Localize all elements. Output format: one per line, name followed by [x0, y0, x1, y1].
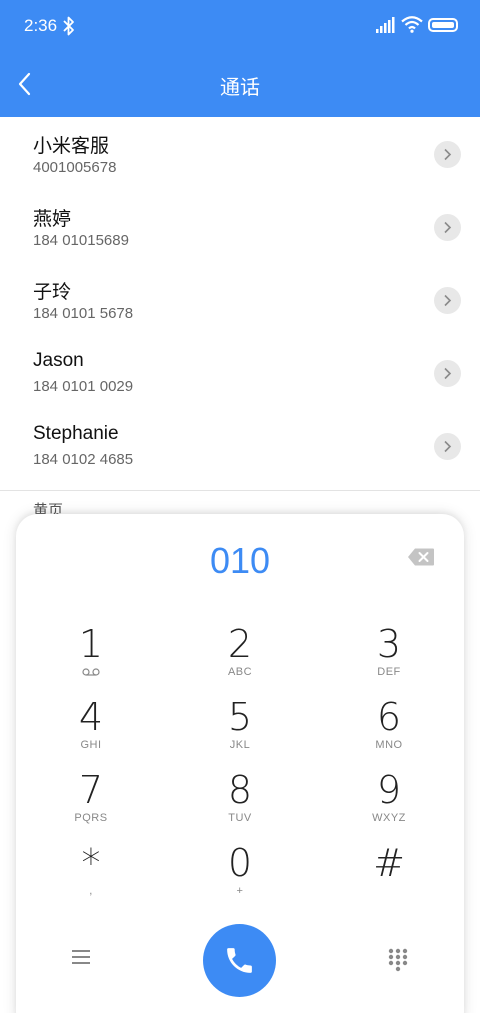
key-letters: PQRS	[74, 812, 108, 824]
key-letters: DEF	[377, 666, 401, 678]
dial-key-5[interactable]: 5 JKL	[180, 697, 300, 767]
signal-icon	[376, 17, 395, 33]
backspace-icon[interactable]	[407, 547, 435, 567]
dial-key-6[interactable]: 6 MNO	[329, 697, 449, 767]
key-digit: 5	[227, 695, 253, 739]
battery-icon	[428, 18, 458, 32]
contact-detail-button[interactable]	[434, 287, 461, 314]
dial-key-0[interactable]: 0 +	[180, 843, 300, 913]
divider	[0, 490, 480, 491]
dial-key-hash[interactable]: #	[329, 843, 449, 913]
dial-key-3[interactable]: 3 DEF	[329, 624, 449, 694]
bluetooth-icon	[63, 16, 74, 36]
contact-number: 184 0102 4685	[33, 451, 134, 468]
list-item[interactable]: 小米客服 4001005678	[0, 117, 480, 190]
list-item[interactable]: Stephanie 184 0102 4685	[0, 409, 480, 482]
contact-name: Stephanie	[33, 423, 119, 444]
key-digit: 4	[78, 695, 104, 739]
key-letters: ,	[89, 885, 93, 897]
status-time: 2:36	[24, 16, 58, 35]
key-digit: 3	[376, 622, 402, 666]
contact-number: 184 0101 0029	[33, 378, 134, 395]
list-item[interactable]: 子玲 184 0101 5678	[0, 263, 480, 336]
chevron-right-icon	[444, 440, 452, 453]
chevron-right-icon	[444, 221, 452, 234]
key-digit: 8	[227, 768, 253, 812]
dialed-number[interactable]: 010	[16, 540, 464, 582]
contact-detail-button[interactable]	[434, 214, 461, 241]
dial-key-4[interactable]: 4 GHI	[31, 697, 151, 767]
status-bar: 2:36	[0, 0, 480, 52]
dial-key-1[interactable]: 1	[31, 624, 151, 694]
dial-key-8[interactable]: 8 TUV	[180, 770, 300, 840]
key-letters: +	[236, 885, 244, 897]
key-digit: 6	[376, 695, 402, 739]
call-button[interactable]	[203, 924, 276, 997]
dial-key-star[interactable]: * ,	[31, 843, 151, 913]
key-digit: 0	[227, 841, 253, 885]
phone-icon	[227, 948, 252, 973]
contact-detail-button[interactable]	[434, 141, 461, 168]
key-letters: MNO	[375, 739, 403, 751]
top-bar: 2:36 通话	[0, 0, 480, 117]
contact-list: 小米客服 4001005678 燕婷 184 01015689 子玲 184 0…	[0, 117, 480, 482]
key-letters: TUV	[228, 812, 252, 824]
chevron-right-icon	[444, 148, 452, 161]
key-letters: WXYZ	[372, 812, 406, 824]
contact-name: 小米客服	[33, 136, 110, 157]
dialpad-grid-icon[interactable]	[388, 948, 408, 972]
contact-detail-button[interactable]	[434, 433, 461, 460]
contact-number: 184 01015689	[33, 232, 129, 249]
key-digit: 7	[78, 768, 104, 812]
contact-number: 184 0101 5678	[33, 305, 134, 322]
contact-name: 燕婷	[33, 209, 72, 230]
dial-key-7[interactable]: 7 PQRS	[31, 770, 151, 840]
list-item[interactable]: Jason 184 0101 0029	[0, 336, 480, 409]
chevron-right-icon	[444, 367, 452, 380]
wifi-icon	[401, 16, 423, 33]
page-title: 通话	[220, 75, 260, 99]
contact-number: 4001005678	[33, 159, 117, 176]
dialpad: 010 1 2 ABC 3 DEF 4 GHI 5 JKL 6 MNO 7 PQ…	[16, 514, 464, 1013]
key-digit: 1	[78, 622, 104, 666]
key-letters: GHI	[80, 739, 102, 751]
voicemail-icon	[82, 668, 100, 676]
dial-key-9[interactable]: 9 WXYZ	[329, 770, 449, 840]
contact-name: Jason	[33, 350, 84, 371]
contact-name: 子玲	[33, 282, 72, 303]
contact-detail-button[interactable]	[434, 360, 461, 387]
key-digit: 9	[376, 768, 402, 812]
key-letters: JKL	[229, 739, 251, 751]
dial-key-2[interactable]: 2 ABC	[180, 624, 300, 694]
key-digit: #	[373, 841, 405, 885]
list-item[interactable]: 燕婷 184 01015689	[0, 190, 480, 263]
key-letters: ABC	[227, 666, 253, 678]
menu-icon[interactable]	[70, 948, 92, 966]
key-digit: *	[81, 841, 101, 885]
key-digit: 2	[227, 622, 253, 666]
chevron-right-icon	[444, 294, 452, 307]
